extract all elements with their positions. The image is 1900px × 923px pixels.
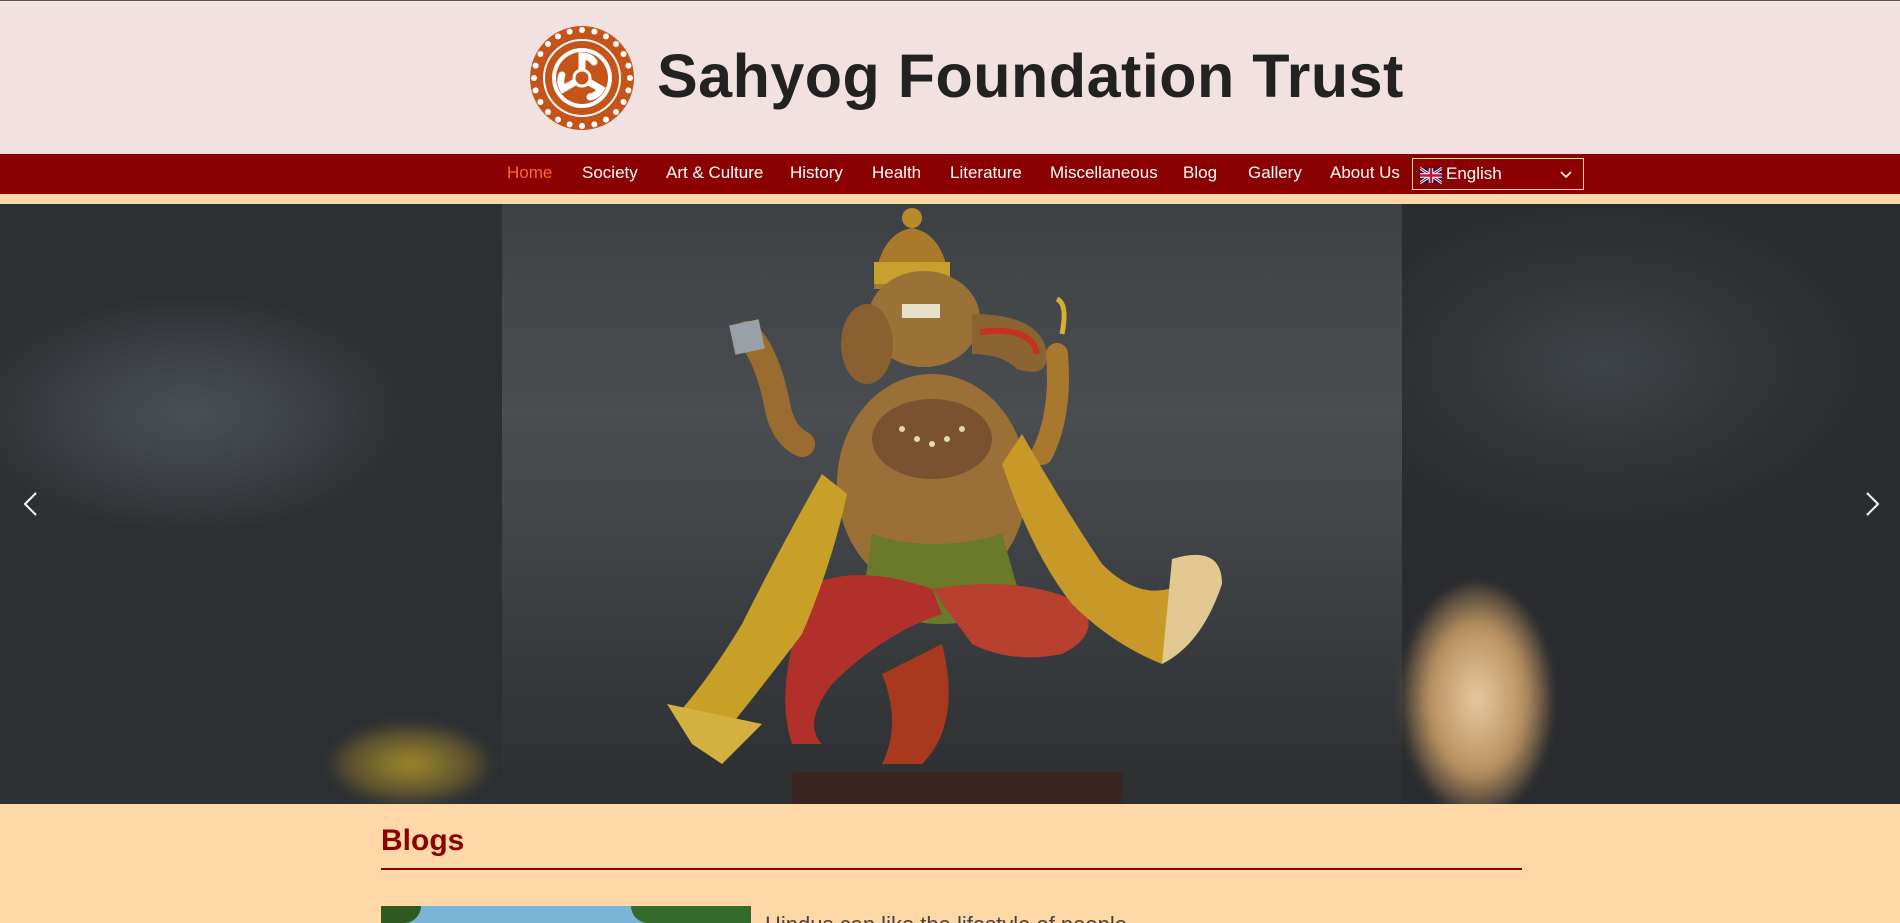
nav-item-miscellaneous[interactable]: Miscellaneous bbox=[1050, 163, 1158, 183]
nav-item-literature[interactable]: Literature bbox=[950, 163, 1022, 183]
slide-background-left bbox=[0, 204, 502, 804]
language-select[interactable]: English bbox=[1412, 158, 1584, 190]
chevron-right-icon[interactable] bbox=[1857, 490, 1885, 518]
slide-image bbox=[502, 204, 1402, 804]
chevron-left-icon[interactable] bbox=[18, 490, 46, 518]
nav-item-about-us[interactable]: About Us bbox=[1330, 163, 1400, 183]
nav-item-history[interactable]: History bbox=[790, 163, 843, 183]
nav-item-art-culture[interactable]: Art & Culture bbox=[666, 163, 763, 183]
logo-icon[interactable] bbox=[528, 24, 636, 132]
nav-item-blog[interactable]: Blog bbox=[1183, 163, 1217, 183]
ganesha-figure-image bbox=[667, 208, 1222, 804]
site-header: Sahyog Foundation Trust bbox=[0, 1, 1900, 154]
nav-item-home[interactable]: Home bbox=[507, 163, 552, 183]
main-nav: Home Society Art & Culture History Healt… bbox=[0, 154, 1900, 194]
nav-item-health[interactable]: Health bbox=[872, 163, 921, 183]
slide-background-right bbox=[1402, 204, 1900, 804]
nav-item-society[interactable]: Society bbox=[582, 163, 638, 183]
nav-divider bbox=[0, 194, 1900, 204]
nav-item-gallery[interactable]: Gallery bbox=[1248, 163, 1302, 183]
blogs-heading: Blogs bbox=[381, 824, 465, 857]
site-title: Sahyog Foundation Trust bbox=[657, 42, 1404, 110]
blogs-divider bbox=[381, 868, 1522, 870]
hero-slider bbox=[0, 204, 1900, 804]
blog-excerpt[interactable]: Hindus can like the lifestyle of people bbox=[765, 912, 1127, 923]
blogs-section: Blogs Hindus can like the lifestyle of p… bbox=[0, 804, 1900, 923]
language-label: English bbox=[1446, 164, 1502, 183]
uk-flag-icon bbox=[1420, 167, 1442, 184]
blog-thumbnail[interactable] bbox=[381, 906, 751, 923]
chevron-down-icon bbox=[1560, 171, 1572, 179]
